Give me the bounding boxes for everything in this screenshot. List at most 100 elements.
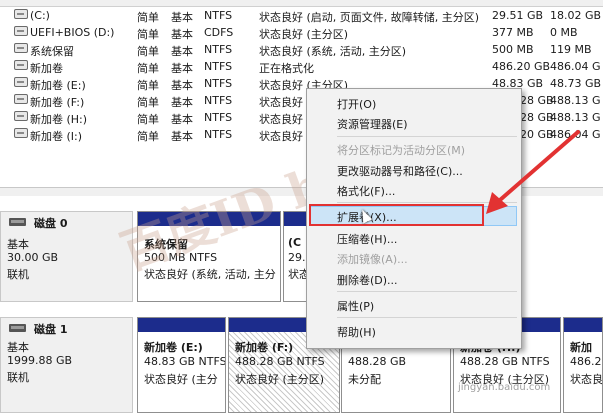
partition-e[interactable]: 新加卷 (E:) 48.83 GB NTFS 状态良好 (主分 xyxy=(137,317,226,413)
volume-free: 488.13 G xyxy=(550,111,601,124)
volume-status: 状态良好 (启动, 页面文件, 故障转储, 主分区) xyxy=(259,11,480,24)
volume-icon xyxy=(14,77,28,87)
annotation-highlight-box xyxy=(309,204,484,226)
partition-name: 新加卷 (F:) xyxy=(235,341,294,354)
volume-row[interactable]: 系统保留 简单 基本 NTFS 状态良好 (系统, 活动, 主分区) 500 M… xyxy=(0,42,603,59)
partition-size: 486.2 xyxy=(570,355,602,368)
volume-icon xyxy=(14,60,28,70)
menu-separator xyxy=(337,136,517,137)
volume-fs: NTFS xyxy=(204,111,233,124)
volume-fs: CDFS xyxy=(204,26,234,39)
partition-bar xyxy=(564,318,602,332)
volume-free: 0 MB xyxy=(550,26,578,39)
menu-item-shrink[interactable]: 压缩卷(H)... xyxy=(337,231,397,247)
volume-fs: NTFS xyxy=(204,128,233,141)
volume-name: (C:) xyxy=(30,9,50,22)
volume-fs: NTFS xyxy=(204,94,233,107)
menu-separator xyxy=(337,317,517,318)
volume-fs: NTFS xyxy=(204,60,233,73)
disk-title: 磁盘 1 xyxy=(34,323,68,336)
partition-size: 488.28 GB NTFS xyxy=(460,355,550,368)
disk-size: 1999.88 GB xyxy=(7,354,73,367)
partition-name: (C xyxy=(288,236,302,249)
disk-type: 基本 xyxy=(7,238,29,251)
disk-state: 联机 xyxy=(7,371,29,384)
partition-size: 488.28 GB NTFS xyxy=(235,355,325,368)
volume-name: 新加卷 (E:) xyxy=(30,79,86,92)
cd-volume-icon xyxy=(14,26,28,36)
partition-name: 新加卷 (E:) xyxy=(144,341,203,354)
volume-row[interactable]: UEFI+BIOS (D:) 简单 基本 CDFS 状态良好 (主分区) 377… xyxy=(0,25,603,42)
volume-free: 488.13 G xyxy=(550,94,601,107)
volume-name: 新加卷 xyxy=(30,62,63,75)
volume-type: 基本 xyxy=(171,96,193,109)
partition-name: 新加 xyxy=(570,341,592,354)
menu-item-change-letter[interactable]: 更改驱动器号和路径(C)... xyxy=(337,163,463,179)
volume-layout: 简单 xyxy=(137,28,159,41)
menu-item-format[interactable]: 格式化(F)... xyxy=(337,183,395,199)
volume-layout: 简单 xyxy=(137,130,159,143)
disk-title: 磁盘 0 xyxy=(34,217,68,230)
partition-size: 488.28 GB xyxy=(348,355,407,368)
volume-name: 新加卷 (I:) xyxy=(30,130,83,143)
disk-icon xyxy=(9,218,26,226)
menu-item-help[interactable]: 帮助(H) xyxy=(337,324,376,340)
menu-separator xyxy=(337,202,517,203)
volume-status: 状态良好 (主分区) xyxy=(259,28,349,41)
partition-status: 未分配 xyxy=(348,373,381,386)
volume-layout: 简单 xyxy=(137,79,159,92)
volume-free: 486.04 G xyxy=(550,128,601,141)
volume-name: UEFI+BIOS (D:) xyxy=(30,26,115,39)
disk-type: 基本 xyxy=(7,341,29,354)
volume-fs: NTFS xyxy=(204,43,233,56)
menu-item-delete[interactable]: 删除卷(D)... xyxy=(337,272,398,288)
menu-item-explorer[interactable]: 资源管理器(E) xyxy=(337,116,408,132)
volume-type: 基本 xyxy=(171,130,193,143)
menu-item-add-mirror: 添加镜像(A)... xyxy=(337,253,408,266)
volume-type: 基本 xyxy=(171,45,193,58)
volume-free: 18.02 GB xyxy=(550,9,602,22)
volume-fs: NTFS xyxy=(204,77,233,90)
volume-icon xyxy=(14,9,28,19)
volume-icon xyxy=(14,111,28,121)
volume-type: 基本 xyxy=(171,28,193,41)
volume-type: 基本 xyxy=(171,11,193,24)
volume-layout: 简单 xyxy=(137,96,159,109)
volume-fs: NTFS xyxy=(204,9,233,22)
volume-type: 基本 xyxy=(171,79,193,92)
menu-item-properties[interactable]: 属性(P) xyxy=(337,298,374,314)
partition-bar xyxy=(138,318,225,332)
volume-capacity: 500 MB xyxy=(492,43,534,56)
volume-free: 486.04 G xyxy=(550,60,601,73)
partition-status: 状态良好 (主分区) xyxy=(235,373,325,386)
volume-icon xyxy=(14,94,28,104)
volume-capacity: 377 MB xyxy=(492,26,534,39)
site-watermark: jingyan.baidu.com xyxy=(458,382,551,393)
volume-layout: 简单 xyxy=(137,11,159,24)
volume-status: 状态良好 (系统, 活动, 主分区) xyxy=(259,45,407,58)
disk-size: 30.00 GB xyxy=(7,251,59,264)
partition-size: 48.83 GB NTFS xyxy=(144,355,226,368)
volume-type: 基本 xyxy=(171,62,193,75)
volume-name: 新加卷 (H:) xyxy=(30,113,88,126)
volume-capacity: 486.20 GB xyxy=(492,60,551,73)
menu-item-mark-active: 将分区标记为活动分区(M) xyxy=(337,144,466,157)
volume-row[interactable]: 新加卷 简单 基本 NTFS 正在格式化 486.20 GB 486.04 G xyxy=(0,59,603,76)
column-header-strip xyxy=(0,0,603,7)
volume-capacity: 29.51 GB xyxy=(492,9,544,22)
volume-name: 新加卷 (F:) xyxy=(30,96,85,109)
partition-i[interactable]: 新加 486.2 状态良 xyxy=(563,317,603,413)
partition-status: 状态良 xyxy=(570,373,603,386)
volume-icon xyxy=(14,128,28,138)
volume-layout: 简单 xyxy=(137,45,159,58)
volume-icon xyxy=(14,43,28,53)
menu-item-open[interactable]: 打开(O) xyxy=(337,96,376,112)
volume-free: 48.73 GB xyxy=(550,77,602,90)
volume-status: 正在格式化 xyxy=(259,62,314,75)
volume-layout: 简单 xyxy=(137,62,159,75)
volume-row[interactable]: (C:) 简单 基本 NTFS 状态良好 (启动, 页面文件, 故障转储, 主分… xyxy=(0,8,603,25)
partition-status: 状态良好 (主分 xyxy=(144,373,218,386)
menu-separator xyxy=(337,291,517,292)
disk-state: 联机 xyxy=(7,268,29,281)
disk-1-label[interactable]: 磁盘 1 基本 1999.88 GB 联机 xyxy=(0,317,133,413)
